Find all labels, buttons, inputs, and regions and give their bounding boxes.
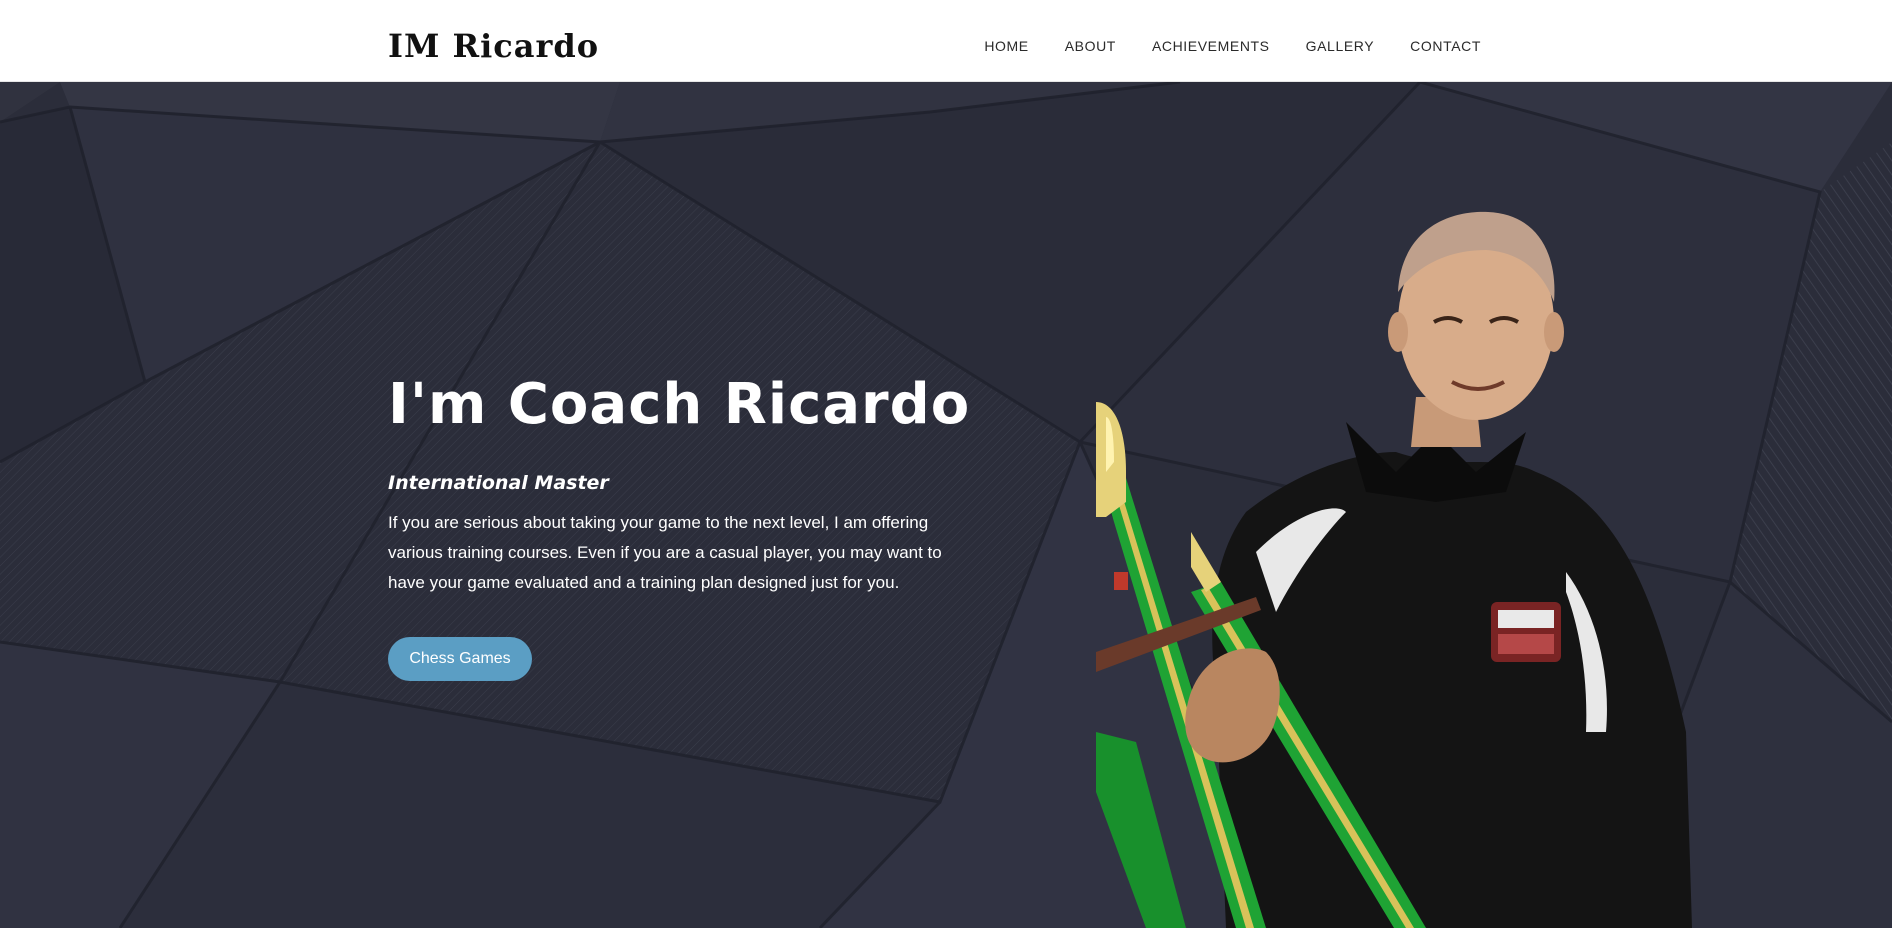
nav-home[interactable]: HOME bbox=[984, 36, 1028, 56]
nav-gallery[interactable]: GALLERY bbox=[1306, 36, 1375, 56]
hero-subtitle: International Master bbox=[388, 472, 609, 494]
nav-contact[interactable]: CONTACT bbox=[1410, 36, 1481, 56]
hero-section: I'm Coach Ricardo International Master I… bbox=[0, 82, 1892, 928]
site-logo[interactable]: IM Ricardo bbox=[388, 26, 599, 66]
coach-photo bbox=[1096, 211, 1692, 928]
page: IM Ricardo HOME ABOUT ACHIEVEMENTS GALLE… bbox=[0, 0, 1892, 928]
hero-title: I'm Coach Ricardo bbox=[388, 372, 971, 437]
chess-games-button[interactable]: Chess Games bbox=[388, 637, 532, 681]
nav-achievements[interactable]: ACHIEVEMENTS bbox=[1152, 36, 1270, 56]
site-header: IM Ricardo HOME ABOUT ACHIEVEMENTS GALLE… bbox=[0, 0, 1892, 82]
main-nav: HOME ABOUT ACHIEVEMENTS GALLERY CONTACT bbox=[984, 36, 1481, 56]
hero-description: If you are serious about taking your gam… bbox=[388, 513, 942, 592]
nav-about[interactable]: ABOUT bbox=[1065, 36, 1116, 56]
